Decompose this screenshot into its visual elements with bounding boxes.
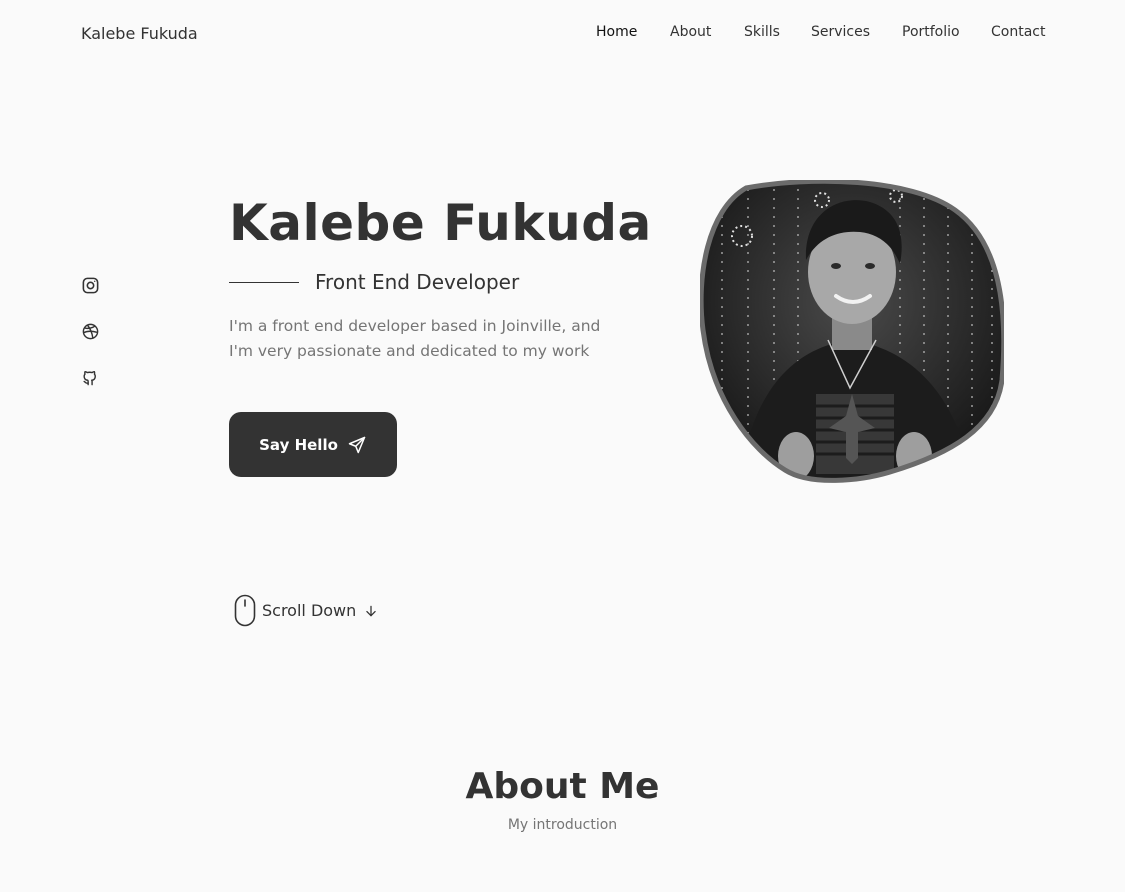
page: Kalebe Fukuda Home About Skills Services… bbox=[0, 0, 1125, 892]
scroll-down-label: Scroll Down bbox=[262, 601, 357, 620]
hero-subtitle: Front End Developer bbox=[229, 270, 519, 294]
say-hello-label: Say Hello bbox=[259, 435, 338, 454]
arrow-down-icon bbox=[366, 605, 377, 616]
social-links bbox=[81, 276, 101, 414]
nav-skills[interactable]: Skills bbox=[744, 24, 780, 40]
nav-home[interactable]: Home bbox=[596, 24, 637, 40]
instagram-icon bbox=[82, 277, 99, 294]
main-nav: Home About Skills Services Portfolio Con… bbox=[0, 24, 1125, 46]
say-hello-button[interactable]: Say Hello bbox=[229, 412, 397, 477]
hero-description: I'm a front end developer based in Joinv… bbox=[229, 317, 601, 360]
profile-blob bbox=[700, 180, 1004, 483]
hero-subtitle-text: Front End Developer bbox=[315, 270, 520, 294]
send-icon bbox=[348, 436, 366, 453]
dribbble-icon bbox=[82, 323, 99, 340]
instagram-link[interactable] bbox=[81, 276, 100, 295]
github-link[interactable] bbox=[81, 368, 100, 387]
nav-about[interactable]: About bbox=[670, 24, 711, 40]
about-subtitle: My introduction bbox=[507, 817, 618, 833]
github-icon bbox=[83, 371, 96, 386]
nav-contact[interactable]: Contact bbox=[991, 24, 1045, 40]
nav-portfolio[interactable]: Portfolio bbox=[902, 24, 960, 40]
subtitle-divider bbox=[229, 281, 299, 283]
dribbble-link[interactable] bbox=[81, 322, 100, 341]
about-title: About Me bbox=[465, 766, 660, 807]
profile-photo bbox=[700, 180, 1004, 484]
mouse-icon bbox=[234, 594, 256, 627]
scroll-down-link[interactable]: Scroll Down bbox=[234, 594, 378, 627]
nav-services[interactable]: Services bbox=[811, 24, 870, 40]
hero-title: Kalebe Fukuda bbox=[229, 194, 652, 252]
